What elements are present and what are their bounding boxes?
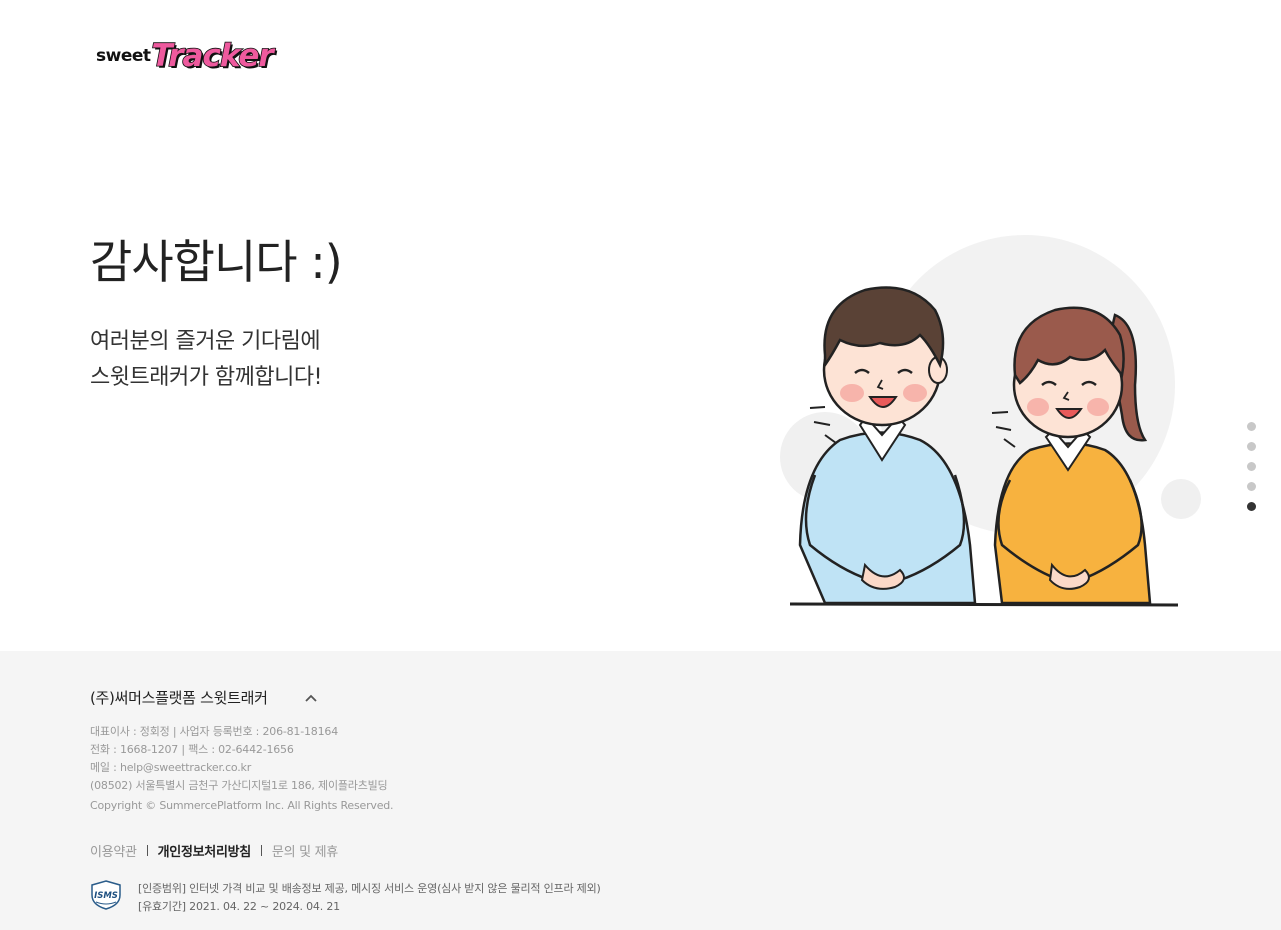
company-name: (주)써머스플랫폼 스윗트래커 [90, 689, 268, 707]
logo-text-sweet: sweet [96, 46, 151, 66]
privacy-policy-link[interactable]: 개인정보처리방침 [158, 841, 252, 860]
info-email: 메일 : help@sweettracker.co.kr [90, 761, 252, 774]
logo-text-tracker: Tracker [151, 38, 275, 74]
terms-link[interactable]: 이용약관 [90, 841, 137, 860]
pagination-dot-4[interactable] [1247, 482, 1256, 491]
pagination-dot-5-active[interactable] [1247, 502, 1256, 511]
isms-logo-text: ISMS [94, 891, 118, 901]
contact-partnership-link[interactable]: 문의 및 제휴 [272, 841, 338, 860]
info-phone-fax: 전화 : 1668-1207 | 팩스 : 02-6442-1656 [90, 743, 294, 756]
company-row: (주)써머스플랫폼 스윗트래커 [90, 687, 318, 708]
link-separator [146, 845, 148, 856]
footer: (주)써머스플랫폼 스윗트래커 대표이사 : 정회정 | 사업자 등록번호 : … [0, 651, 1281, 930]
hero-subtitle: 여러분의 즐거운 기다림에 스윗트래커가 함께합니다! [90, 324, 322, 396]
isms-validity: [유효기간] 2021. 04. 22 ~ 2024. 04. 21 [138, 900, 340, 913]
copyright: Copyright © SummercePlatform Inc. All Ri… [90, 799, 394, 812]
pagination-dot-3[interactable] [1247, 462, 1256, 471]
isms-logo-icon: ISMS [91, 880, 121, 910]
isms-scope: [인증범위] 인터넷 가격 비교 및 배송정보 제공, 메시징 서비스 운영(심… [138, 882, 601, 895]
sweettracker-logo[interactable]: sweet Tracker [96, 30, 275, 74]
company-info: 대표이사 : 정회정 | 사업자 등록번호 : 206-81-18164 전화 … [90, 723, 394, 815]
isms-details: [인증범위] 인터넷 가격 비교 및 배송정보 제공, 메시징 서비스 운영(심… [138, 880, 601, 916]
section-pagination-dots [1247, 422, 1257, 522]
page: sweet Tracker 감사합니다 :) 여러분의 즐거운 기다림에 스윗트… [0, 0, 1281, 930]
link-separator [260, 845, 262, 856]
hero-title: 감사합니다 :) [90, 235, 343, 289]
chevron-up-icon[interactable] [304, 691, 318, 705]
policy-links: 이용약관 개인정보처리방침 문의 및 제휴 [90, 841, 338, 860]
pagination-dot-1[interactable] [1247, 422, 1256, 431]
hero-subtitle-line-1: 여러분의 즐거운 기다림에 [90, 329, 321, 354]
info-ceo-business-number: 대표이사 : 정회정 | 사업자 등록번호 : 206-81-18164 [90, 725, 338, 738]
isms-certification: ISMS [인증범위] 인터넷 가격 비교 및 배송정보 제공, 메시징 서비스… [90, 880, 601, 916]
pagination-dot-2[interactable] [1247, 442, 1256, 451]
hero-subtitle-line-2: 스윗트래커가 함께합니다! [90, 365, 322, 390]
info-address: (08502) 서울특별시 금천구 가산디지털1로 186, 제이플라츠빌딩 [90, 779, 388, 792]
thank-you-couple-illustration [770, 225, 1210, 615]
